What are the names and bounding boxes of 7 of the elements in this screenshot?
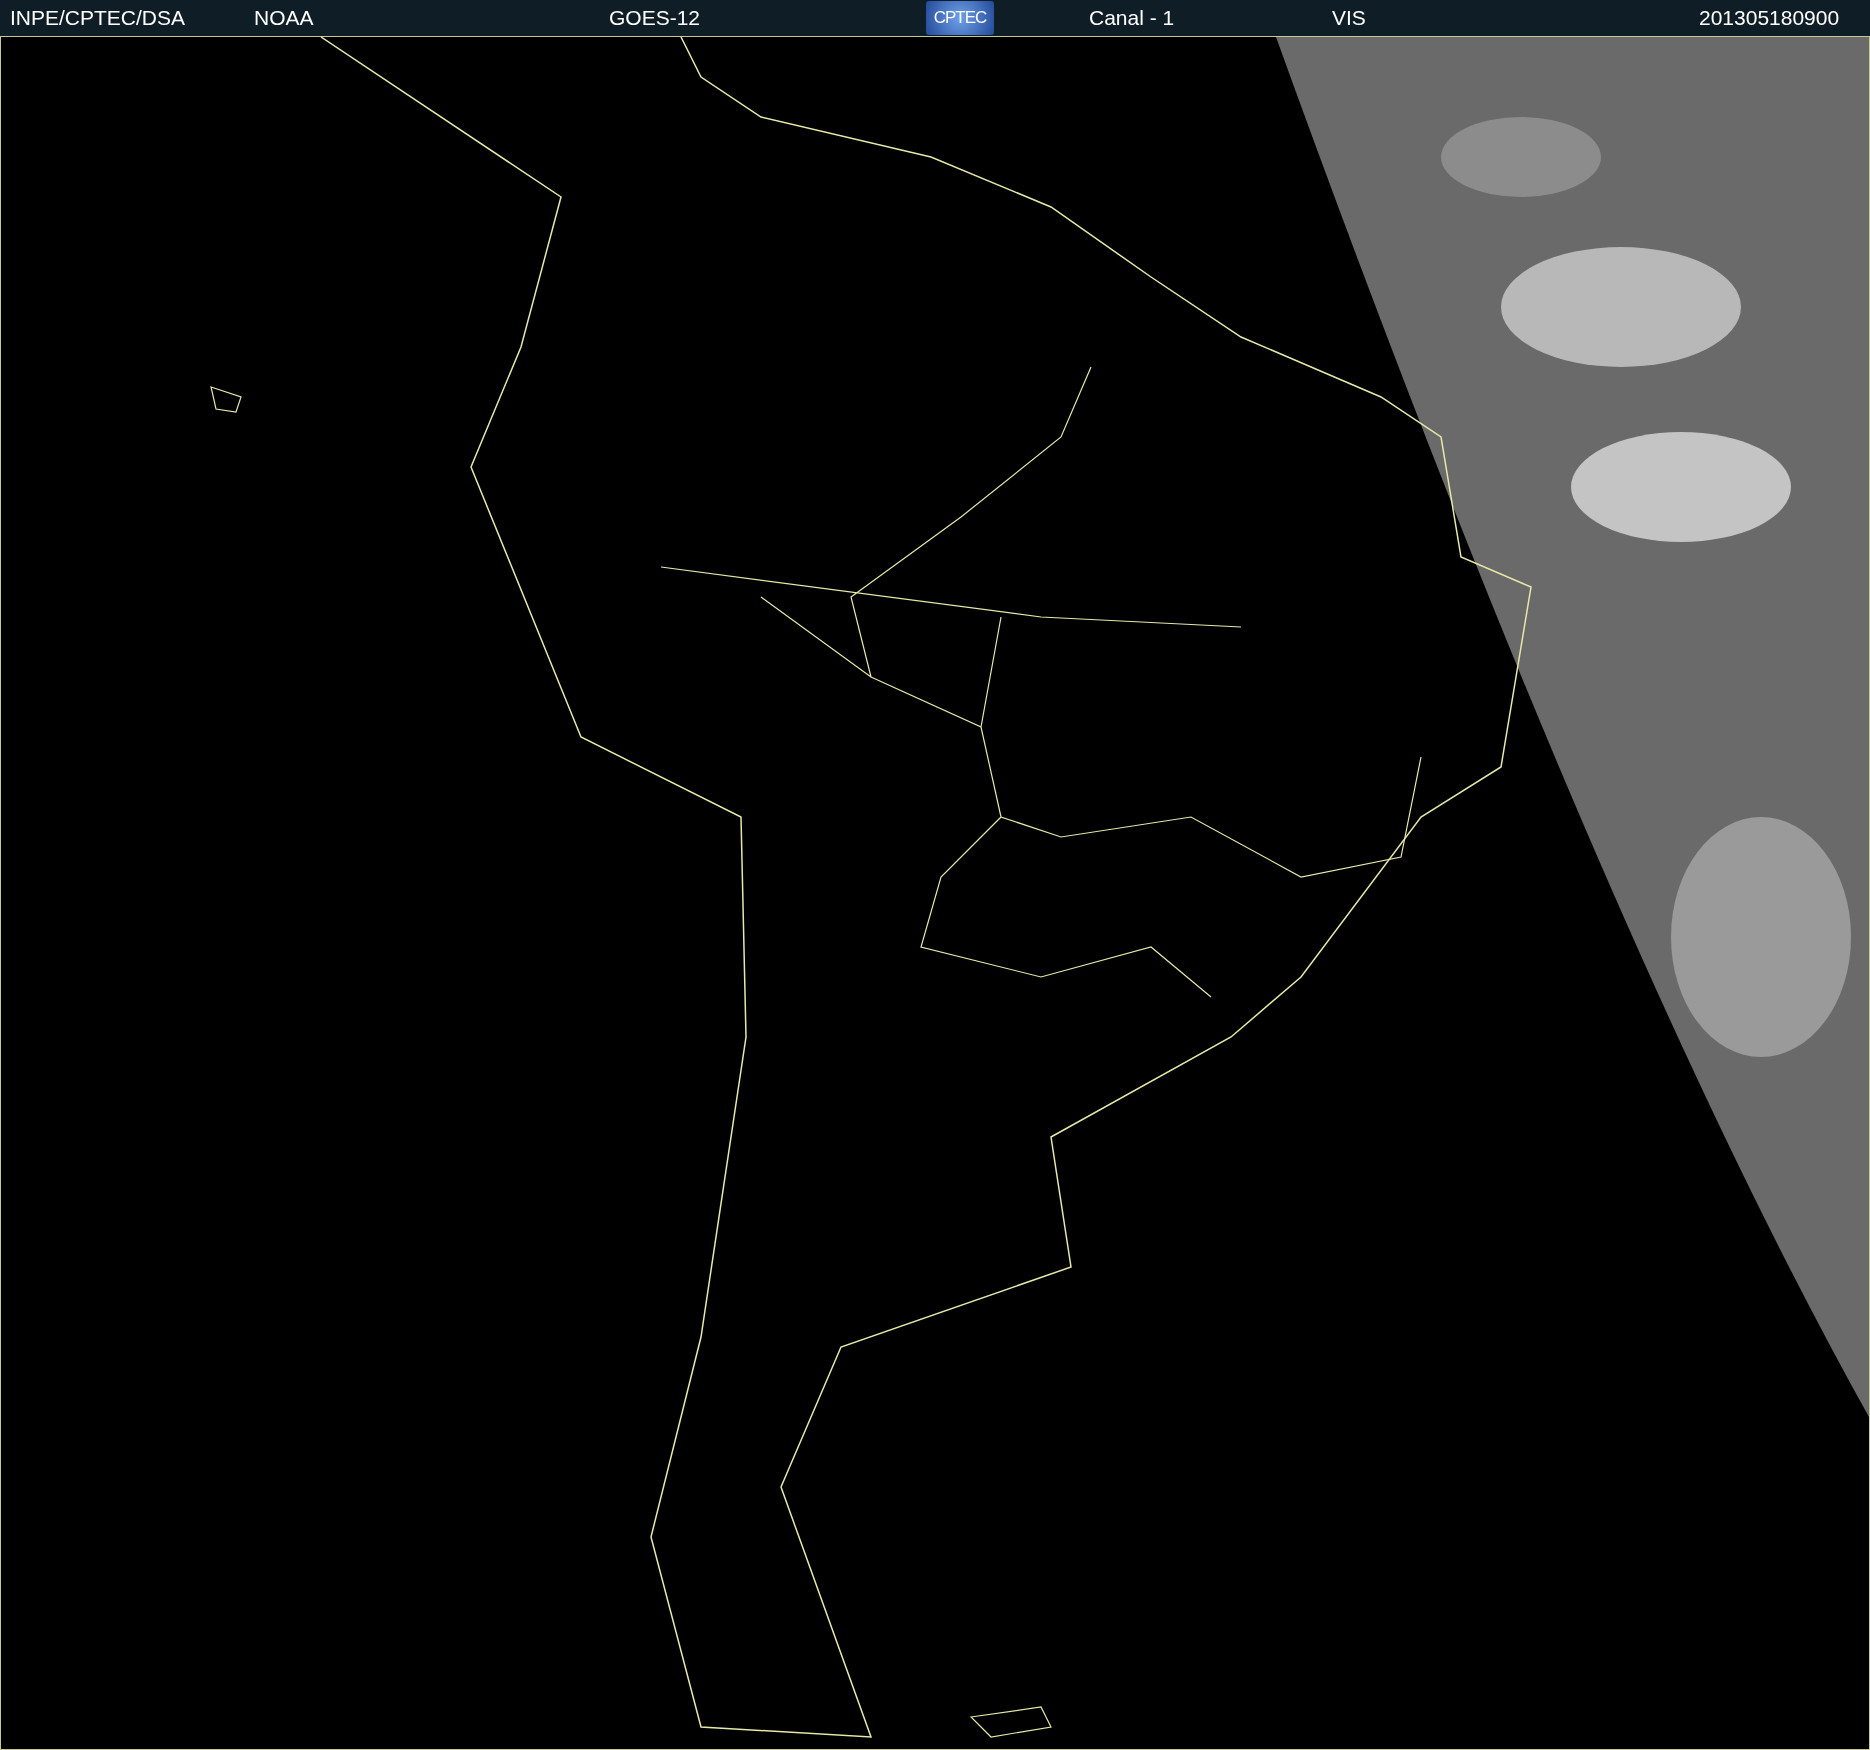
band-label: VIS — [1332, 6, 1367, 30]
agency-label: NOAA — [254, 6, 315, 30]
channel-label: Canal - 1 — [1089, 6, 1176, 30]
logo: CPTEC — [926, 1, 994, 35]
source-label: INPE/CPTEC/DSA — [10, 6, 187, 30]
satellite-label: GOES-12 — [609, 6, 702, 30]
timestamp-label: 201305180900 — [1699, 6, 1841, 30]
